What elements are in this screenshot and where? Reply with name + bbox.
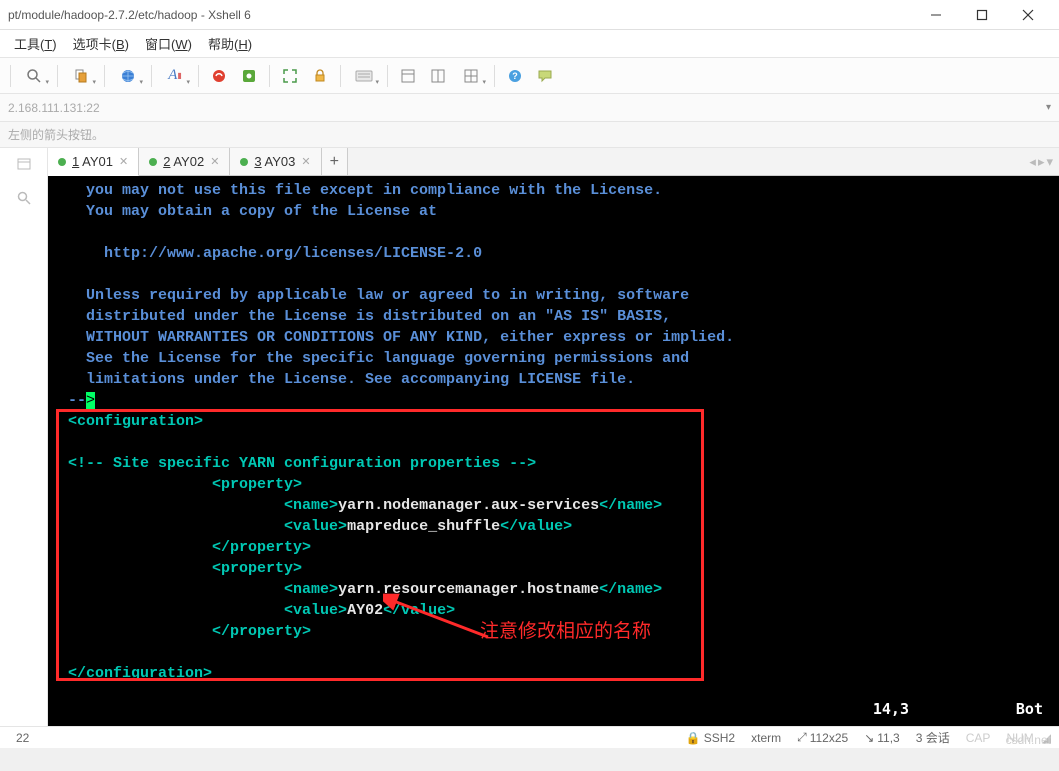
tab-list-icon[interactable]: ▾	[1046, 154, 1053, 170]
maximize-button[interactable]	[959, 0, 1005, 30]
lock-button[interactable]	[306, 62, 334, 90]
toolbar: ▾ ▾ ▾ A▮▾ ▾ ▾ ?	[0, 58, 1059, 94]
terminal[interactable]: you may not use this file except in comp…	[48, 176, 1059, 726]
keyboard-button[interactable]: ▾	[347, 62, 381, 90]
tab-close-icon[interactable]: ✕	[301, 155, 310, 168]
toolbar-separator	[494, 65, 495, 87]
sidebar	[0, 148, 48, 726]
toolbar-separator	[104, 65, 105, 87]
tab-status-dot	[240, 158, 248, 166]
status-caps: CAP	[958, 731, 999, 745]
window-title: pt/module/hadoop-2.7.2/etc/hadoop - Xshe…	[8, 8, 913, 22]
cursor-icon: ↘	[864, 731, 874, 745]
menu-help[interactable]: 帮助(H)	[200, 34, 260, 53]
toolbar-separator	[387, 65, 388, 87]
search-button[interactable]: ▾	[17, 62, 51, 90]
tab-close-icon[interactable]: ✕	[119, 155, 128, 168]
web-button[interactable]: ▾	[111, 62, 145, 90]
menu-window[interactable]: 窗口(W)	[137, 34, 200, 53]
work-area: 1 AY01 ✕ 2 AY02 ✕ 3 AY03 ✕ + ◂ ▸ ▾ you m…	[0, 148, 1059, 726]
minimize-button[interactable]	[913, 0, 959, 30]
layout1-button[interactable]	[394, 62, 422, 90]
menu-tabs[interactable]: 选项卡(B)	[65, 34, 137, 53]
tab-nav: ◂ ▸ ▾	[1029, 148, 1059, 175]
toolbar-separator	[10, 65, 11, 87]
toolbar-separator	[340, 65, 341, 87]
tab-ay03[interactable]: 3 AY03 ✕	[230, 148, 321, 175]
toolbar-separator	[269, 65, 270, 87]
layout2-button[interactable]	[424, 62, 452, 90]
status-ssh: 🔒SSH2	[678, 731, 743, 745]
tab-ay01[interactable]: 1 AY01 ✕	[48, 148, 139, 176]
tab-status-dot	[149, 158, 157, 166]
tab-close-icon[interactable]: ✕	[210, 155, 219, 168]
copy-button[interactable]: ▾	[64, 62, 98, 90]
font-button[interactable]: A▮▾	[158, 62, 192, 90]
sidebar-search-icon[interactable]	[14, 188, 34, 208]
new-tab-button[interactable]: +	[322, 148, 348, 175]
annotation-text: 注意修改相应的名称	[480, 621, 651, 642]
menu-tools[interactable]: 工具(T)	[6, 34, 65, 53]
tab-next-icon[interactable]: ▸	[1038, 154, 1045, 170]
address-text: 2.168.111.131:22	[8, 101, 100, 115]
tab-status-dot	[58, 158, 66, 166]
hint-bar: 左侧的箭头按钮。	[0, 122, 1059, 148]
tab-prev-icon[interactable]: ◂	[1029, 154, 1036, 170]
status-left: 22	[8, 731, 37, 745]
status-size: ⤢ 112x25	[789, 730, 856, 745]
menu-bar: 工具(T) 选项卡(B) 窗口(W) 帮助(H)	[0, 30, 1059, 58]
terminal-cursor: >	[86, 392, 95, 409]
red-tool-button[interactable]	[205, 62, 233, 90]
close-button[interactable]	[1005, 0, 1051, 30]
layout3-button[interactable]: ▾	[454, 62, 488, 90]
address-bar[interactable]: 2.168.111.131:22 ▾	[0, 94, 1059, 122]
toolbar-separator	[57, 65, 58, 87]
address-dropdown-icon[interactable]: ▾	[1046, 102, 1051, 113]
toolbar-separator	[151, 65, 152, 87]
tab-ay02[interactable]: 2 AY02 ✕	[139, 148, 230, 175]
main-pane: 1 AY01 ✕ 2 AY02 ✕ 3 AY03 ✕ + ◂ ▸ ▾ you m…	[48, 148, 1059, 726]
toolbar-separator	[198, 65, 199, 87]
watermark: csdn.net	[1006, 733, 1051, 747]
status-sessions: 3 会话	[908, 729, 958, 746]
sidebar-sessions-icon[interactable]	[14, 154, 34, 174]
fullscreen-button[interactable]	[276, 62, 304, 90]
title-bar: pt/module/hadoop-2.7.2/etc/hadoop - Xshe…	[0, 0, 1059, 30]
green-tool-button[interactable]	[235, 62, 263, 90]
status-bar: 22 🔒SSH2 xterm ⤢ 112x25 ↘ 11,3 3 会话 CAP …	[0, 726, 1059, 748]
status-term: xterm	[743, 731, 789, 745]
tab-bar: 1 AY01 ✕ 2 AY02 ✕ 3 AY03 ✕ + ◂ ▸ ▾	[48, 148, 1059, 176]
hint-text: 左侧的箭头按钮。	[8, 126, 104, 143]
help-button[interactable]: ?	[501, 62, 529, 90]
lock-icon: 🔒	[686, 731, 701, 745]
status-cursor: ↘ 11,3	[856, 731, 908, 745]
terminal-bot: Bot	[1016, 699, 1043, 720]
terminal-position: 14,3	[873, 699, 909, 720]
resize-icon: ⤢	[797, 730, 807, 745]
chat-button[interactable]	[531, 62, 559, 90]
svg-text:?: ?	[512, 71, 518, 81]
